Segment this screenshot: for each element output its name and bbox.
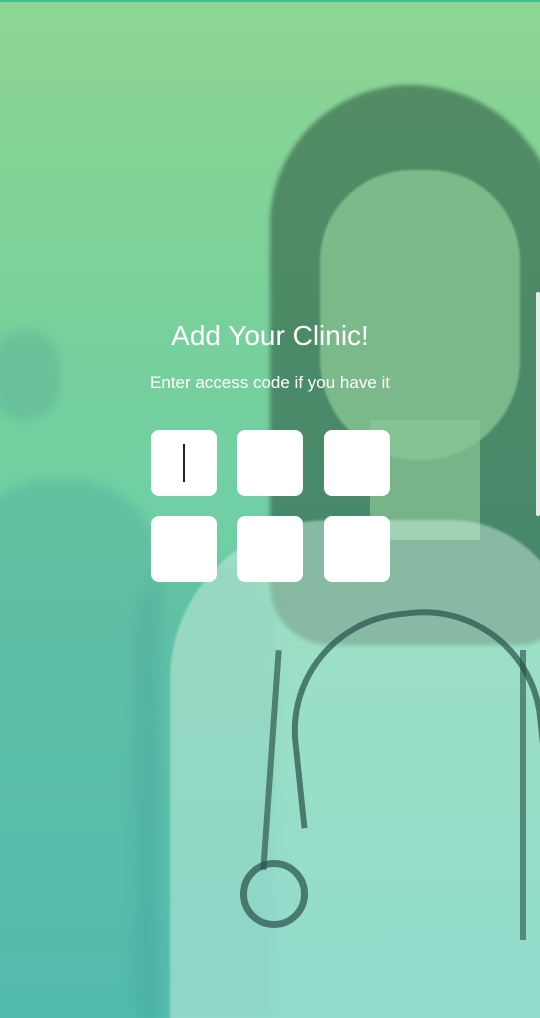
stethoscope-chestpiece <box>240 860 308 928</box>
access-code-grid <box>151 430 390 582</box>
page-subtitle: Enter access code if you have it <box>149 373 391 392</box>
access-code-digit-4[interactable] <box>151 516 217 582</box>
access-code-digit-5[interactable] <box>237 516 303 582</box>
stethoscope-tube-right <box>520 650 526 940</box>
background-photo-doctor-face <box>320 170 520 460</box>
page-title: Add Your Clinic! <box>171 320 369 351</box>
top-accent-line <box>0 0 540 2</box>
access-code-digit-6[interactable] <box>324 516 390 582</box>
add-clinic-screen: Add Your Clinic! Enter access code if yo… <box>0 0 540 1018</box>
access-code-digit-3[interactable] <box>324 430 390 496</box>
access-code-digit-2[interactable] <box>237 430 303 496</box>
text-cursor <box>183 444 185 482</box>
